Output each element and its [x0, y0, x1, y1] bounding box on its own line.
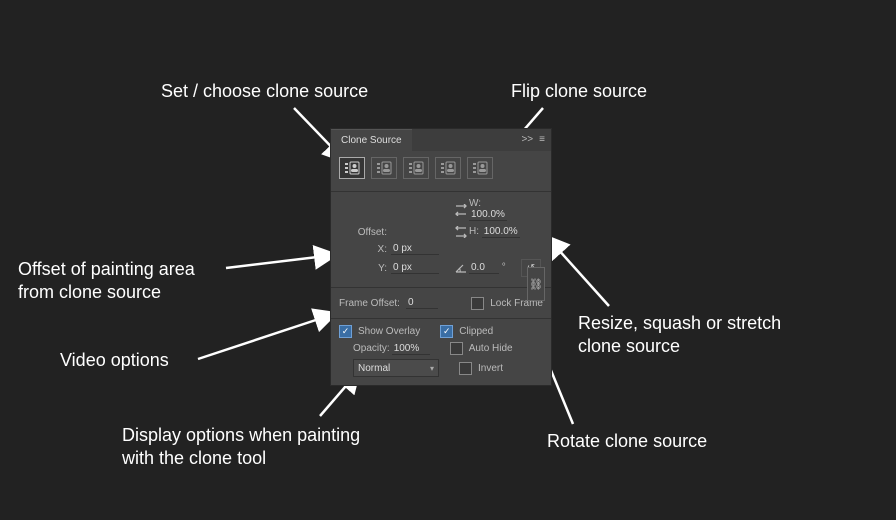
auto-hide-checkbox[interactable]: Auto Hide — [450, 342, 513, 355]
overlay-blend-mode-select[interactable]: Normal ▾ — [353, 359, 439, 377]
auto-hide-label: Auto Hide — [469, 343, 513, 354]
angle-field[interactable]: 0.0 — [469, 262, 499, 274]
annotation-offset-l2: from clone source — [18, 281, 161, 304]
clipped-label: Clipped — [459, 326, 493, 337]
link-wh-icon[interactable]: ⛓ — [527, 267, 545, 301]
invert-checkbox[interactable]: Invert — [459, 359, 503, 377]
y-label: Y: — [339, 263, 391, 274]
panel-collapse-icon[interactable]: >> — [521, 135, 533, 145]
degree-symbol: ° — [502, 262, 506, 273]
w-label: W: — [469, 198, 481, 209]
clone-source-panel: Clone Source >> ≡ — [331, 129, 551, 385]
lock-frame-check-icon — [471, 297, 484, 310]
clone-source-3-button[interactable] — [403, 157, 429, 179]
clone-source-1-button[interactable] — [339, 157, 365, 179]
flip-vertical-icon[interactable] — [453, 225, 469, 239]
clone-source-4-button[interactable] — [435, 157, 461, 179]
x-field[interactable]: 0 px — [391, 243, 439, 255]
h-field[interactable]: 100.0% — [482, 226, 520, 238]
h-label: H: — [469, 226, 479, 237]
annotation-display-l2: with the clone tool — [122, 447, 266, 470]
x-label: X: — [339, 244, 391, 255]
frame-offset-field[interactable]: 0 — [406, 297, 438, 309]
y-field[interactable]: 0 px — [391, 262, 439, 274]
invert-label: Invert — [478, 363, 503, 374]
show-overlay-label: Show Overlay — [358, 326, 420, 337]
clone-source-5-button[interactable] — [467, 157, 493, 179]
panel-header: Clone Source >> ≡ — [331, 129, 551, 151]
clipped-check-icon: ✓ — [440, 325, 453, 338]
annotation-flip: Flip clone source — [511, 80, 647, 103]
annotation-rotate: Rotate clone source — [547, 430, 707, 453]
annotation-offset-l1: Offset of painting area — [18, 258, 195, 281]
chevron-down-icon: ▾ — [430, 364, 434, 373]
flip-horizontal-icon[interactable] — [453, 203, 469, 217]
show-overlay-check-icon: ✓ — [339, 325, 352, 338]
opacity-field[interactable]: 100% — [392, 343, 430, 355]
frame-offset-label: Frame Offset: — [339, 298, 400, 309]
clipped-checkbox[interactable]: ✓ Clipped — [440, 325, 493, 338]
offset-label: Offset: — [339, 227, 391, 238]
annotation-set-source: Set / choose clone source — [161, 80, 368, 103]
opacity-label: Opacity: — [353, 343, 390, 354]
annotation-video: Video options — [60, 349, 169, 372]
angle-icon — [453, 261, 469, 275]
show-overlay-checkbox[interactable]: ✓ Show Overlay — [339, 325, 420, 338]
annotation-display-l1: Display options when painting — [122, 424, 360, 447]
clone-source-selector-row — [331, 151, 551, 189]
auto-hide-check-icon — [450, 342, 463, 355]
invert-check-icon — [459, 362, 472, 375]
annotation-resize-l2: clone source — [578, 335, 680, 358]
clone-source-2-button[interactable] — [371, 157, 397, 179]
overlay-blend-mode-value: Normal — [358, 363, 390, 374]
annotation-resize-l1: Resize, squash or stretch — [578, 312, 781, 335]
panel-tab-clone-source[interactable]: Clone Source — [331, 129, 412, 151]
w-field[interactable]: 100.0% — [469, 209, 507, 221]
panel-menu-icon[interactable]: ≡ — [539, 135, 545, 145]
